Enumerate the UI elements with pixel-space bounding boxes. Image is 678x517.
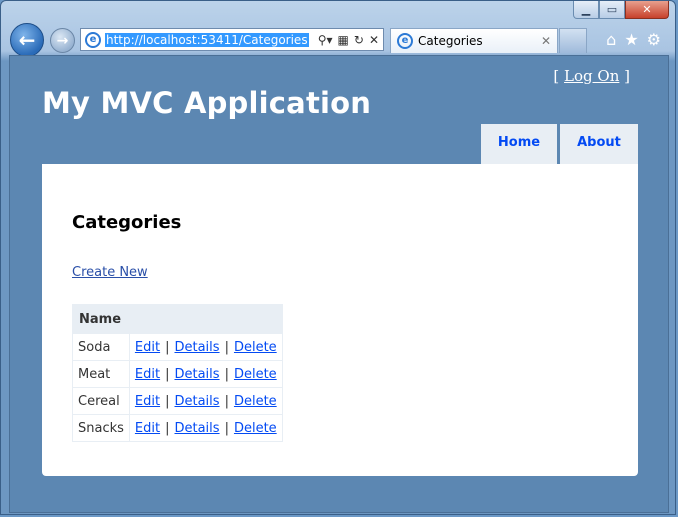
page-heading: Categories — [72, 212, 182, 233]
minimize-button[interactable]: ▁ — [573, 1, 599, 19]
row-actions: Edit | Details | Delete — [128, 333, 283, 361]
category-name: Cereal — [72, 387, 130, 415]
refresh-icon[interactable]: ↻ — [354, 33, 364, 47]
row-actions: Edit | Details | Delete — [128, 387, 283, 415]
window-controls: ▁ ▭ ✕ — [573, 1, 669, 19]
separator: | — [224, 339, 229, 355]
details-link[interactable]: Details — [174, 394, 219, 409]
main-content: Categories Create New Name Soda Edit | Det… — [42, 164, 638, 476]
table-row: Meat Edit | Details | Delete — [72, 360, 283, 388]
create-new-link[interactable]: Create New — [72, 265, 148, 280]
delete-link[interactable]: Delete — [234, 340, 277, 355]
table-row: Cereal Edit | Details | Delete — [72, 387, 283, 415]
stop-icon[interactable]: ✕ — [369, 33, 379, 47]
forward-arrow-icon: → — [56, 32, 69, 49]
row-actions: Edit | Details | Delete — [128, 360, 283, 388]
tab-title: Categories — [418, 34, 483, 48]
tab-categories[interactable]: e Categories ✕ — [390, 28, 558, 53]
details-link[interactable]: Details — [174, 367, 219, 382]
separator: | — [224, 420, 229, 436]
new-tab-button[interactable] — [559, 28, 587, 53]
table-row: Snacks Edit | Details | Delete — [72, 414, 283, 442]
table-row: Soda Edit | Details | Delete — [72, 333, 283, 361]
menu-item-home[interactable]: Home — [481, 124, 557, 164]
compatibility-icon[interactable]: ▦ — [338, 33, 349, 47]
table-header-row: Name — [72, 304, 283, 334]
forward-button[interactable]: → — [50, 28, 75, 53]
category-name: Soda — [72, 333, 130, 361]
star-icon[interactable]: ★ — [624, 30, 638, 49]
category-name: Snacks — [72, 414, 130, 442]
edit-link[interactable]: Edit — [135, 367, 160, 382]
address-url[interactable]: http://localhost:53411/Categories — [105, 32, 309, 47]
column-header-actions — [128, 304, 283, 334]
search-icon[interactable]: ⚲▾ — [318, 33, 333, 47]
delete-link[interactable]: Delete — [234, 394, 277, 409]
home-icon[interactable]: ⌂ — [606, 30, 616, 49]
menu-item-about[interactable]: About — [560, 124, 638, 164]
separator: | — [224, 393, 229, 409]
address-bar[interactable]: e http://localhost:53411/Categories ⚲▾ ▦… — [80, 28, 384, 51]
logon-bracket-close: ] — [619, 67, 630, 85]
categories-table: Name Soda Edit | Details | Delete Meat E… — [72, 304, 283, 442]
details-link[interactable]: Details — [174, 421, 219, 436]
edit-link[interactable]: Edit — [135, 394, 160, 409]
logon-link[interactable]: Log On — [564, 67, 619, 85]
main-menu: Home About — [481, 124, 638, 164]
back-arrow-icon: ← — [18, 28, 36, 52]
separator: | — [165, 366, 170, 382]
category-name: Meat — [72, 360, 130, 388]
toolbar-icons: ⌂ ★ ⚙ — [606, 30, 661, 49]
separator: | — [165, 420, 170, 436]
internet-explorer-icon: e — [85, 31, 101, 48]
delete-link[interactable]: Delete — [234, 421, 277, 436]
separator: | — [224, 366, 229, 382]
tab-close-icon[interactable]: ✕ — [541, 34, 551, 48]
internet-explorer-icon: e — [397, 33, 413, 49]
address-tools: ⚲▾ ▦ ↻ ✕ — [318, 33, 383, 47]
browser-window: ▁ ▭ ✕ ← → e http://localhost:53411/Categ… — [0, 0, 676, 515]
maximize-button[interactable]: ▭ — [599, 1, 625, 19]
delete-link[interactable]: Delete — [234, 367, 277, 382]
separator: | — [165, 393, 170, 409]
edit-link[interactable]: Edit — [135, 421, 160, 436]
gear-icon[interactable]: ⚙ — [647, 30, 661, 49]
close-window-button[interactable]: ✕ — [625, 1, 669, 19]
column-header-name: Name — [72, 304, 130, 334]
back-button[interactable]: ← — [10, 23, 44, 57]
logon-display: [ Log On ] — [553, 67, 630, 85]
page-viewport: [ Log On ] My MVC Application Home About… — [9, 55, 669, 513]
edit-link[interactable]: Edit — [135, 340, 160, 355]
details-link[interactable]: Details — [174, 340, 219, 355]
logon-bracket-open: [ — [553, 67, 565, 85]
separator: | — [165, 339, 170, 355]
row-actions: Edit | Details | Delete — [128, 414, 283, 442]
site-title: My MVC Application — [42, 86, 372, 120]
